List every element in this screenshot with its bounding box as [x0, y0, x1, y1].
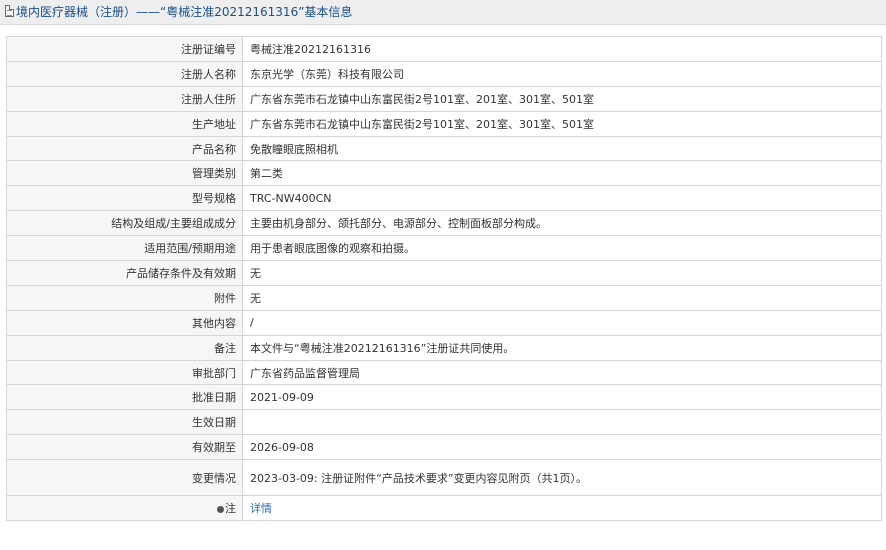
row-value: 广东省东莞市石龙镇中山东富民街2号101室、201室、301室、501室	[242, 85, 882, 112]
row-label: 其他内容	[6, 309, 243, 336]
row-value: 广东省药品监督管理局	[242, 359, 882, 386]
document-icon	[5, 5, 14, 17]
row-label: 变更情况	[6, 459, 243, 497]
row-label: 管理类别	[6, 160, 243, 187]
table-row: 审批部门 广东省药品监督管理局	[6, 359, 882, 386]
table-row: 结构及组成/主要组成成分 主要由机身部分、颌托部分、电源部分、控制面板部分构成。	[6, 210, 882, 237]
page-title: 境内医疗器械（注册）——“粤械注准20212161316”基本信息	[16, 5, 353, 19]
table-row: 产品名称 免散瞳眼底照相机	[6, 135, 882, 162]
note-row: 注 详情	[6, 495, 882, 522]
table-row: 产品储存条件及有效期 无	[6, 260, 882, 286]
table-row: 注册人名称 东京光学（东莞）科技有限公司	[6, 60, 882, 87]
pin-icon	[217, 506, 224, 514]
info-table: 注册证编号 粤械注准20212161316 注册人名称 东京光学（东莞）科技有限…	[6, 36, 882, 522]
table-row: 批准日期 2021-09-09	[6, 384, 882, 411]
row-label: 有效期至	[6, 434, 243, 461]
row-label: 注册人住所	[6, 85, 243, 112]
row-value	[242, 409, 882, 436]
row-label: 产品名称	[6, 135, 243, 162]
table-row: 管理类别 第二类	[6, 160, 882, 187]
row-label: 附件	[6, 284, 243, 311]
table-row: 生效日期	[6, 409, 882, 436]
table-row: 有效期至 2026-09-08	[6, 434, 882, 461]
note-label-cell: 注	[6, 495, 243, 522]
row-value: 用于患者眼底图像的观察和拍摄。	[242, 235, 882, 262]
row-label: 型号规格	[6, 185, 243, 212]
table-row: 适用范围/预期用途 用于患者眼底图像的观察和拍摄。	[6, 235, 882, 262]
row-label: 适用范围/预期用途	[6, 235, 243, 262]
row-label: 批准日期	[6, 384, 243, 411]
table-row: 变更情况 2023-03-09: 注册证附件“产品技术要求”变更内容见附页（共1…	[6, 459, 882, 497]
row-label: 生产地址	[6, 110, 243, 137]
row-value: 主要由机身部分、颌托部分、电源部分、控制面板部分构成。	[242, 210, 882, 237]
row-label: 备注	[6, 334, 243, 361]
row-value: TRC-NW400CN	[242, 185, 882, 212]
table-row: 注册证编号 粤械注准20212161316	[6, 36, 882, 62]
table-row: 生产地址 广东省东莞市石龙镇中山东富民街2号101室、201室、301室、501…	[6, 110, 882, 137]
table-row: 其他内容 /	[6, 309, 882, 336]
table-row: 型号规格 TRC-NW400CN	[6, 185, 882, 212]
row-value: 第二类	[242, 160, 882, 187]
row-value: 2021-09-09	[242, 384, 882, 411]
row-label: 审批部门	[6, 359, 243, 386]
row-label: 注册证编号	[6, 36, 243, 62]
row-value: 无	[242, 260, 882, 286]
note-label: 注	[225, 502, 236, 516]
row-value: 本文件与“粤械注准20212161316”注册证共同使用。	[242, 334, 882, 361]
row-value: 广东省东莞市石龙镇中山东富民街2号101室、201室、301室、501室	[242, 110, 882, 137]
row-label: 注册人名称	[6, 60, 243, 87]
row-value: 2023-03-09: 注册证附件“产品技术要求”变更内容见附页（共1页）。	[242, 459, 882, 497]
title-bar: 境内医疗器械（注册）——“粤械注准20212161316”基本信息	[0, 0, 886, 25]
table-row: 附件 无	[6, 284, 882, 311]
row-value: 2026-09-08	[242, 434, 882, 461]
table-row: 备注 本文件与“粤械注准20212161316”注册证共同使用。	[6, 334, 882, 361]
row-value: 免散瞳眼底照相机	[242, 135, 882, 162]
details-link[interactable]: 详情	[250, 502, 272, 515]
row-label: 生效日期	[6, 409, 243, 436]
row-label: 产品储存条件及有效期	[6, 260, 243, 286]
row-value: 粤械注准20212161316	[242, 36, 882, 62]
row-value: /	[242, 309, 882, 336]
row-value: 无	[242, 284, 882, 311]
note-value-cell: 详情	[242, 495, 882, 522]
row-label: 结构及组成/主要组成成分	[6, 210, 243, 237]
row-value: 东京光学（东莞）科技有限公司	[242, 60, 882, 87]
table-row: 注册人住所 广东省东莞市石龙镇中山东富民街2号101室、201室、301室、50…	[6, 85, 882, 112]
